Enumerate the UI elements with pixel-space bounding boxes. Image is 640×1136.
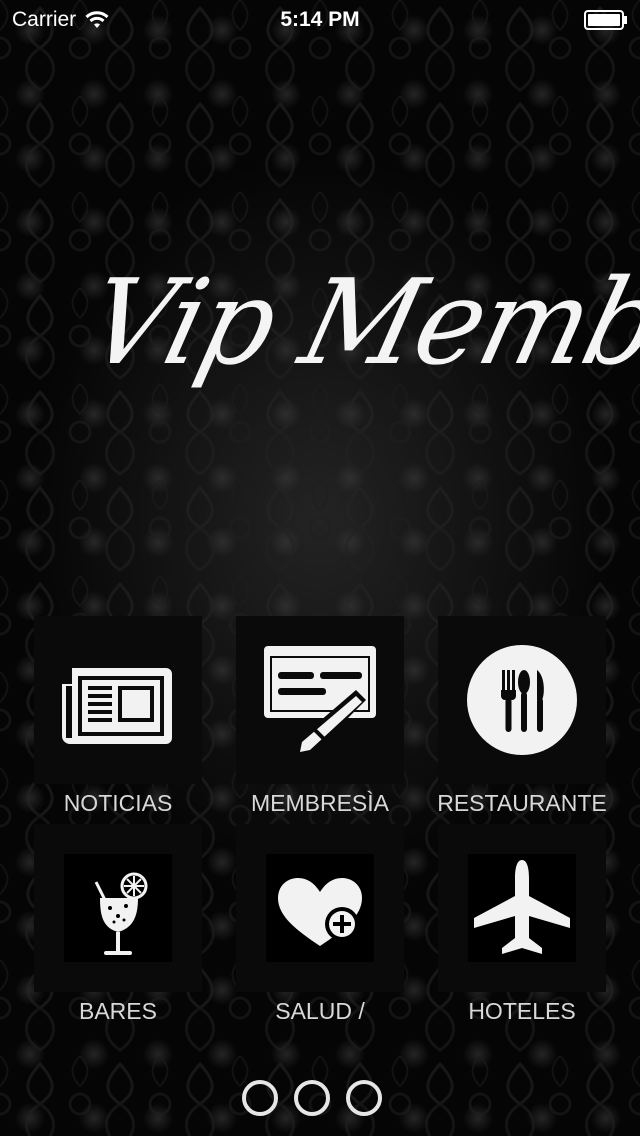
restaurant-icon (467, 645, 577, 755)
menu-item-membresia[interactable]: MEMBRESÌA (236, 616, 404, 816)
menu-tile (236, 616, 404, 784)
menu-item-hoteles[interactable]: HOTELES (438, 824, 606, 1024)
menu-item-label: RESTAURANTE (437, 790, 607, 816)
page-indicator-dot-1[interactable] (242, 1080, 278, 1116)
menu-item-noticias[interactable]: NOTICIAS (34, 616, 202, 816)
status-bar: Carrier 5:14 PM (0, 0, 640, 40)
membership-card-icon (264, 646, 376, 758)
battery-icon (584, 10, 627, 30)
menu-item-restaurante[interactable]: RESTAURANTE (437, 616, 607, 816)
menu-item-label: HOTELES (468, 998, 576, 1024)
menu-item-salud[interactable]: SALUD / (236, 824, 404, 1024)
app-logo: Vip Member (74, 254, 640, 392)
health-heart-icon (266, 854, 374, 962)
menu-tile (438, 616, 606, 784)
menu-tile (236, 824, 404, 992)
status-time: 5:14 PM (280, 8, 360, 31)
cocktail-icon (64, 854, 172, 962)
airplane-icon (468, 854, 576, 962)
menu-tile (438, 824, 606, 992)
page-indicator-dot-2[interactable] (294, 1080, 330, 1116)
newspaper-icon (62, 668, 172, 744)
menu-item-label: NOTICIAS (63, 790, 173, 816)
menu-item-label: SALUD / (275, 998, 365, 1024)
menu-item-label: MEMBRESÌA (250, 790, 390, 816)
menu-item-bares[interactable]: BARES (34, 824, 202, 1024)
menu-tile (34, 824, 202, 992)
page-indicator-dot-3[interactable] (346, 1080, 382, 1116)
menu-item-label: BARES (79, 998, 157, 1024)
menu-tile (34, 616, 202, 784)
